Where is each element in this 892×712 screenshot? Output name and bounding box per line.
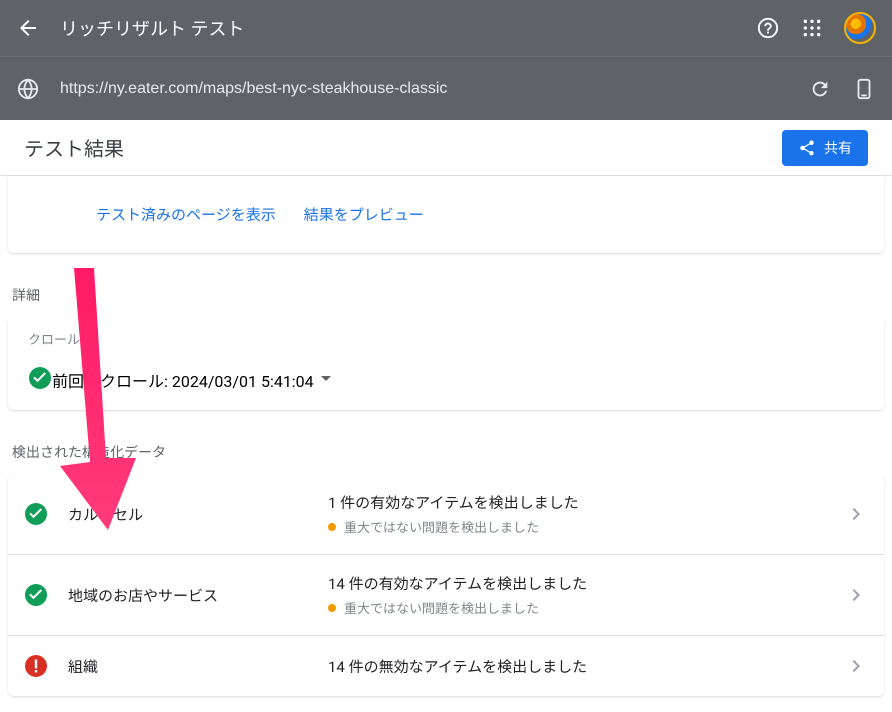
share-label: 共有 <box>824 138 852 158</box>
app-header: リッチリザルト テスト <box>0 0 892 56</box>
help-icon <box>757 17 779 39</box>
crawl-card: クロール 前回のクロール: 2024/03/01 5:41:04 <box>8 317 884 410</box>
item-summary: 1 件の有効なアイテムを検出しました <box>328 492 844 513</box>
status-error-icon <box>24 654 48 678</box>
crawl-label: クロール <box>28 329 868 348</box>
help-button[interactable] <box>756 16 780 40</box>
detected-items-card: カルーセル 1 件の有効なアイテムを検出しました 重大ではない問題を検出しました… <box>8 474 884 696</box>
detected-section-label: 検出された構造化データ <box>8 434 884 474</box>
results-title: テスト結果 <box>24 133 782 162</box>
crawl-row[interactable]: 前回のクロール: 2024/03/01 5:41:04 <box>24 354 868 406</box>
detected-item-local-business[interactable]: 地域のお店やサービス 14 件の有効なアイテムを検出しました 重大ではない問題を… <box>8 555 884 635</box>
details-section-label: 詳細 <box>8 277 884 317</box>
chevron-right-icon <box>844 502 868 526</box>
detected-item-carousel[interactable]: カルーセル 1 件の有効なアイテムを検出しました 重大ではない問題を検出しました <box>8 474 884 554</box>
item-warning: 重大ではない問題を検出しました <box>328 517 844 536</box>
refresh-button[interactable] <box>808 77 832 101</box>
item-summary: 14 件の無効なアイテムを検出しました <box>328 656 844 677</box>
chevron-right-icon <box>844 654 868 678</box>
expand-icon <box>314 366 338 394</box>
share-button[interactable]: 共有 <box>782 130 868 166</box>
apps-grid-icon <box>802 18 822 38</box>
url-bar <box>0 56 892 120</box>
status-ok-icon <box>24 502 48 526</box>
refresh-icon <box>809 78 831 100</box>
device-button[interactable] <box>852 77 876 101</box>
smartphone-icon <box>853 78 875 100</box>
share-icon <box>798 139 816 157</box>
url-input[interactable] <box>60 80 788 98</box>
results-header: テスト結果 共有 <box>0 120 892 176</box>
status-ok-icon <box>28 366 52 394</box>
item-name: 組織 <box>68 656 328 677</box>
apps-button[interactable] <box>800 16 824 40</box>
arrow-left-icon <box>16 16 40 40</box>
detected-item-organization[interactable]: 組織 14 件の無効なアイテムを検出しました <box>8 636 884 696</box>
item-name: カルーセル <box>68 504 328 525</box>
preview-results-link[interactable]: 結果をプレビュー <box>304 204 424 225</box>
item-summary: 14 件の有効なアイテムを検出しました <box>328 573 844 594</box>
chevron-right-icon <box>844 583 868 607</box>
status-ok-icon <box>24 583 48 607</box>
url-globe-icon <box>16 77 40 101</box>
view-tested-page-link[interactable]: テスト済みのページを表示 <box>96 204 276 225</box>
app-title: リッチリザルト テスト <box>60 15 736 41</box>
account-avatar[interactable] <box>844 12 876 44</box>
item-warning: 重大ではない問題を検出しました <box>328 598 844 617</box>
actions-card: テスト済みのページを表示 結果をプレビュー <box>8 176 884 253</box>
crawl-text: 前回のクロール: 2024/03/01 5:41:04 <box>52 368 314 392</box>
back-button[interactable] <box>16 16 40 40</box>
item-name: 地域のお店やサービス <box>68 585 328 606</box>
